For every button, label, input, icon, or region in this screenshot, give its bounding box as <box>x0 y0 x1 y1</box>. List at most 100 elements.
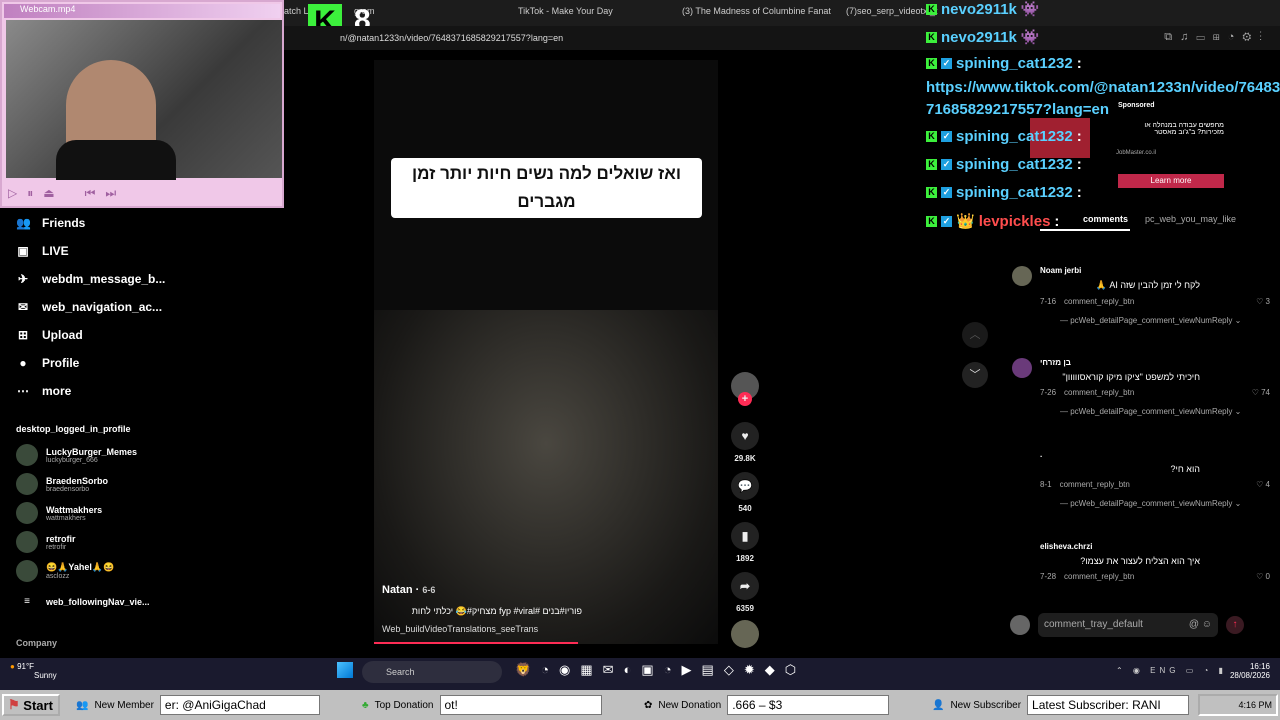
video-caption: ואז שואלים למה נשים חיות יותר זמן מגברים <box>391 158 702 218</box>
prev-icon[interactable]: ⏮ <box>85 186 96 201</box>
chat-link-cont[interactable]: 71685829217557?lang=en <box>926 101 1109 118</box>
send-icon[interactable]: ↑ <box>1226 616 1244 634</box>
chat-username: spining_cat1232 <box>956 128 1073 145</box>
crown-icon: 👑 <box>956 213 975 230</box>
member-icon: 👥 <box>76 699 89 711</box>
view-replies-button[interactable]: — pcWeb_detailPage_comment_viewNumReply … <box>1040 499 1270 508</box>
new-donation-widget: ✿ New Donation .666 – $3 <box>644 694 890 716</box>
video-author[interactable]: Natan <box>382 584 413 596</box>
start-button[interactable]: ⚑ Start <box>2 694 60 716</box>
company-link[interactable]: Company <box>16 638 57 648</box>
trophy-icon: ♣ <box>362 699 369 711</box>
progress-bar[interactable] <box>374 642 578 644</box>
following-item[interactable]: BraedenSorbo braedensorbo <box>16 473 108 495</box>
reply-button[interactable]: comment_reply_btn <box>1060 480 1130 489</box>
view-replies-button[interactable]: — pcWeb_detailPage_comment_viewNumReply … <box>1040 407 1270 416</box>
chevron-down-icon[interactable]: ﹀ <box>962 362 988 388</box>
following-item[interactable]: retrofir retrofir <box>16 531 76 553</box>
windows-icon[interactable] <box>337 662 353 678</box>
media-controls[interactable]: ▷ ⏸ ⏏ ⏮ ⏭ <box>8 186 116 201</box>
chat-message: K ✓ spining_cat1232: <box>926 55 1082 72</box>
avatar[interactable] <box>1012 266 1032 286</box>
weather-temp: 91°F <box>17 662 35 671</box>
video-date: 6-6 <box>422 585 436 595</box>
search-box[interactable]: Search <box>362 661 502 683</box>
pinned-apps[interactable]: 🦁◔◉▦✉◐▣◔▶▤◇✹◆⬡ <box>515 662 806 678</box>
reply-button[interactable]: comment_reply_btn <box>1064 572 1134 581</box>
comment-button[interactable]: 💬 540 <box>729 472 761 513</box>
profile-icon: ● <box>19 356 27 370</box>
video-player[interactable]: Natan · 6-6 פוריו#בנים #fyp #viral מצחיק… <box>374 60 718 644</box>
pause-icon[interactable]: ⏸ <box>27 186 33 201</box>
comment-item: elisheva.chrzi איך הוא הצליח לעצור את עצ… <box>1040 542 1270 581</box>
url-text[interactable]: n/@natan1233n/video/7648371685829217557?… <box>340 33 563 43</box>
comment-like-button[interactable]: ♡ 74 <box>1252 388 1270 397</box>
see-translation-link[interactable]: Web_buildVideoTranslations_seeTrans <box>382 624 538 634</box>
share-button[interactable]: ➦ 6359 <box>729 572 761 613</box>
chat-username: nevo2911k <box>941 28 1017 46</box>
sound-disc[interactable] <box>729 620 761 652</box>
mention-icon[interactable]: @ ☺ <box>1189 619 1212 631</box>
new-donation-value: .666 – $3 <box>727 695 890 715</box>
following-item[interactable]: LuckyBurger_Memes luckyburger_666 <box>16 444 137 466</box>
following-handle: asclozz <box>46 573 70 580</box>
comment-input[interactable]: comment_tray_default @ ☺ <box>1038 613 1218 637</box>
comment-username[interactable]: . <box>1040 450 1270 459</box>
view-replies-button[interactable]: — pcWeb_detailPage_comment_viewNumReply … <box>1040 316 1270 325</box>
tab-0[interactable]: atch Li <box>284 6 311 16</box>
comment-placeholder: comment_tray_default <box>1044 619 1143 630</box>
tab-tiktok[interactable]: TikTok - Make Your Day <box>518 6 613 16</box>
comment-item: . הוא חי? 8-1 comment_reply_btn ♡ 4 — pcWe… <box>1040 450 1270 508</box>
tray-icons[interactable]: ⌃ ◉ ENG ▭ ◔ ▮ <box>1116 666 1227 675</box>
sidebar-label: Profile <box>42 356 80 370</box>
following-handle: wattmakhers <box>46 514 86 522</box>
new-member-value: er: @AniGigaChad <box>159 695 320 715</box>
share-icon: ➦ <box>731 572 759 600</box>
following-heading: desktop_logged_in_profile <box>16 424 131 434</box>
subscriber-icon: 👤 <box>932 699 945 711</box>
chevron-up-icon[interactable]: ︿ <box>962 322 988 348</box>
following-see-more[interactable]: ≡ web_followingNav_vie... <box>16 596 149 607</box>
chat-text: : <box>1076 156 1082 173</box>
taskbar: ● 91°F Sunny Search 🦁◔◉▦✉◐▣◔▶▤◇✹◆⬡ ⌃ ◉ EN… <box>0 658 1280 690</box>
tab-you-may-like[interactable]: pc_web_you_may_like <box>1145 214 1236 224</box>
eject-icon[interactable]: ⏏ <box>43 186 54 201</box>
comment-username[interactable]: elisheva.chrzi <box>1040 542 1270 551</box>
following-name: Wattmakhers <box>46 504 103 515</box>
save-button[interactable]: ▮ 1892 <box>729 522 761 563</box>
reply-button[interactable]: comment_reply_btn <box>1064 388 1134 397</box>
comment-like-button[interactable]: ♡ 0 <box>1256 572 1270 581</box>
following-item[interactable]: Wattmakhers wattmakhers <box>16 502 102 524</box>
top-donation-label: Top Donation <box>374 699 434 711</box>
play-icon[interactable]: ▷ <box>8 186 17 201</box>
sidebar-item-friends[interactable]: 👥 Friends <box>16 216 85 230</box>
comment-username[interactable]: בן מזרחי <box>1040 358 1270 367</box>
sidebar-item-navigation[interactable]: ✉ web_navigation_ac... <box>16 300 162 314</box>
clock[interactable]: 16:16 28/08/2026 <box>1222 662 1270 680</box>
sidebar-item-profile[interactable]: ● Profile <box>16 356 79 370</box>
comment-like-button[interactable]: ♡ 4 <box>1256 480 1270 489</box>
comment-text: לקח לי זמן להבין שזה AI 🙏 <box>1095 280 1200 290</box>
sidebar-item-live[interactable]: ▣ LIVE <box>16 244 68 258</box>
weather-widget[interactable]: ● 91°F Sunny <box>10 662 80 680</box>
tab-comments[interactable]: comments <box>1040 214 1130 231</box>
search-label: Search <box>386 667 415 677</box>
lang-indicator[interactable]: ENG <box>1150 666 1179 675</box>
chat-link[interactable]: https://www.tiktok.com/@natan1233n/video… <box>926 79 1280 96</box>
sidebar-item-upload[interactable]: ⊞ Upload <box>16 328 83 342</box>
next-icon[interactable]: ⏭ <box>105 186 116 201</box>
like-button[interactable]: ♥ 29.8K <box>729 422 761 463</box>
following-item[interactable]: 😆🙏Yahel🙏😆 asclozz <box>16 560 114 582</box>
follow-plus-icon[interactable]: + <box>738 392 752 406</box>
comment-like-button[interactable]: ♡ 3 <box>1256 297 1270 306</box>
comment-username[interactable]: Noam jerbi <box>1040 266 1270 275</box>
reply-button[interactable]: comment_reply_btn <box>1064 297 1134 306</box>
author-avatar[interactable]: + <box>729 372 761 406</box>
avatar[interactable] <box>1012 358 1032 378</box>
sidebar-item-messages[interactable]: ✈ webdm_message_b... <box>16 272 165 286</box>
tab-columbine[interactable]: (3) The Madness of Columbine Fanat <box>682 6 831 16</box>
kick-badge-icon: K <box>926 31 937 43</box>
kick-badge-icon: K <box>926 215 937 227</box>
sidebar-item-more[interactable]: ⋯ more <box>16 384 71 398</box>
donation-icon: ✿ <box>644 699 653 711</box>
